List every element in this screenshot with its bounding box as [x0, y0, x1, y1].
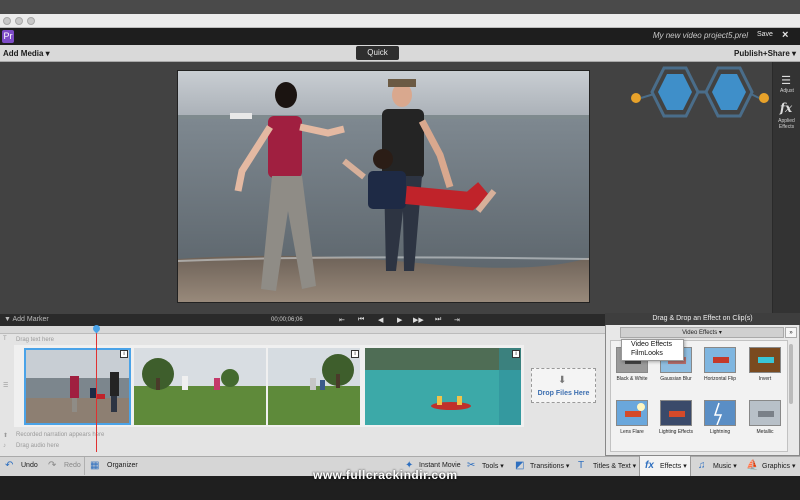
transitions-button[interactable]: Transitions ▾	[530, 462, 569, 470]
sliders-icon[interactable]: ☰	[779, 74, 793, 87]
redo-icon[interactable]: ↷	[48, 460, 56, 471]
organizer-button[interactable]: Organizer	[107, 462, 138, 469]
app-window: Pr My new video project5.prel Save × Add…	[0, 0, 800, 500]
black-white-effect-label: Black & White	[616, 376, 648, 382]
applied-effects-label[interactable]: Applied Effects	[773, 118, 800, 130]
lens-flare-effect-thumb[interactable]	[616, 400, 648, 426]
horizontal-flip-effect-thumb[interactable]	[704, 347, 736, 373]
go-to-end-button[interactable]: ⇥	[454, 316, 460, 324]
timeline-ruler[interactable]	[0, 326, 605, 334]
applied-label-line2: Effects	[778, 124, 795, 130]
video-clip[interactable]	[134, 348, 266, 425]
clip-thumbnail	[268, 348, 360, 425]
effects-panel-title: Drag & Drop an Effect on Clip(s)	[605, 313, 800, 325]
transitions-icon[interactable]: ◩	[515, 460, 524, 471]
drop-files-label: Drop Files Here	[537, 390, 590, 397]
zoom-window-dot[interactable]	[27, 17, 35, 25]
effects-scrollbar[interactable]	[789, 344, 793, 404]
previous-edit-button[interactable]: ⏮	[358, 316, 364, 324]
go-to-start-button[interactable]: ⇤	[339, 316, 345, 324]
menu-item-filmlooks[interactable]: FilmLooks	[631, 350, 663, 357]
next-edit-button[interactable]: ⏭	[435, 316, 441, 324]
tools-button[interactable]: Tools ▾	[482, 462, 504, 470]
video-clip[interactable]	[268, 348, 360, 425]
right-panel	[772, 62, 800, 314]
system-strip	[0, 0, 800, 14]
lighting-effects-effect-label: Lighting Effects	[658, 429, 694, 435]
play-button[interactable]: ▶	[397, 316, 402, 324]
video-track-icon: ☰	[3, 383, 9, 389]
titles-text-button[interactable]: Titles & Text ▾	[593, 462, 636, 470]
titles-icon[interactable]: T	[578, 460, 584, 471]
publish-share-button[interactable]: Publish+Share ▾	[734, 49, 796, 58]
toolbar-divider	[84, 457, 85, 475]
project-name: My new video project5.prel	[652, 31, 748, 40]
adjust-label[interactable]: Adjust	[774, 88, 800, 94]
metallic-effect-label: Metallic	[756, 429, 774, 435]
close-icon[interactable]: ×	[782, 29, 788, 41]
playhead-line[interactable]	[96, 326, 97, 452]
close-window-dot[interactable]	[3, 17, 11, 25]
download-arrow-icon: ⬇	[558, 375, 567, 386]
fx-icon[interactable]: fx	[778, 101, 794, 115]
video-frame-image	[178, 71, 589, 302]
invert-effect-label: Invert	[758, 376, 772, 382]
undo-icon[interactable]: ↶	[5, 460, 13, 471]
step-back-button[interactable]: ◀	[378, 316, 383, 324]
save-button[interactable]: Save	[757, 31, 773, 38]
text-track-icon: T	[3, 336, 7, 342]
clip-thumbnail	[26, 350, 129, 423]
graphics-button[interactable]: Graphics ▾	[762, 462, 795, 470]
add-marker-button[interactable]: ▼ Add Marker	[4, 316, 49, 323]
hexagon-logo-overlay	[626, 64, 772, 126]
gaussian-blur-effect-label: Gaussian Blur	[660, 376, 692, 382]
step-forward-button[interactable]: ▶▶	[413, 316, 424, 324]
undo-button[interactable]: Undo	[21, 462, 38, 469]
minimize-window-dot[interactable]	[15, 17, 23, 25]
video-clip[interactable]	[24, 348, 131, 425]
lightning-effect-label: Lightning	[709, 429, 731, 435]
redo-button[interactable]: Redo	[64, 462, 81, 469]
tools-icon[interactable]: ✂	[467, 460, 475, 471]
app-logo: Pr	[2, 30, 14, 43]
expand-panel-button[interactable]: »	[785, 327, 797, 338]
clip-marker-icon: i	[120, 350, 128, 358]
menu-item-video-effects[interactable]: Video Effects	[631, 341, 672, 348]
graphics-icon[interactable]: ⛵	[746, 460, 758, 471]
mode-bar	[0, 45, 800, 62]
video-clip[interactable]	[365, 348, 521, 425]
effects-button[interactable]: Effects ▾	[660, 462, 687, 470]
music-icon[interactable]: ♫	[698, 460, 706, 471]
drag-text-hint: Drag text here	[16, 337, 55, 343]
audio-track-icon: ♪	[3, 443, 6, 449]
clip-thumbnail	[365, 348, 521, 425]
narration-track-icon: ⬆	[3, 433, 9, 439]
invert-effect-thumb[interactable]	[749, 347, 781, 373]
drag-audio-hint: Drag audio here	[16, 443, 60, 449]
lightning-effect-thumb[interactable]	[704, 400, 736, 426]
window-titlebar	[0, 14, 800, 28]
lens-flare-effect-label: Lens Flare	[620, 429, 644, 435]
organizer-icon[interactable]: ▦	[90, 460, 99, 471]
metallic-effect-thumb[interactable]	[749, 400, 781, 426]
clip-marker-icon: i	[512, 350, 520, 358]
timecode-display: 00;00;06;06	[271, 317, 303, 323]
music-button[interactable]: Music ▾	[713, 462, 737, 470]
effects-category-dropdown[interactable]: Video Effects ▾	[620, 327, 784, 338]
watermark-text: www.fullcrackindir.com	[313, 468, 458, 482]
add-media-button[interactable]: Add Media ▾	[3, 49, 50, 58]
clip-thumbnail	[134, 348, 266, 425]
fx-tab-icon[interactable]: fx	[645, 460, 654, 471]
narration-hint: Recorded narration appears here	[16, 432, 105, 438]
video-preview[interactable]	[177, 70, 590, 303]
lighting-effects-effect-thumb[interactable]	[660, 400, 692, 426]
clip-marker-icon: i	[351, 350, 359, 358]
tab-quick[interactable]: Quick	[356, 46, 399, 60]
horizontal-flip-effect-label: Horizontal Flip	[704, 376, 736, 382]
